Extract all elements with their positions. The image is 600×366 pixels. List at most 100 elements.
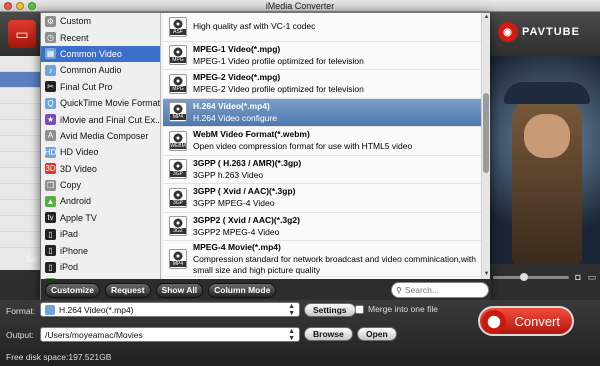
format-item[interactable]: 3GP 3GPP ( Xvid / AAC)(*.3gp) 3GPP MPEG-4 … — [163, 184, 481, 213]
common-video-icon: ▦ — [45, 48, 56, 60]
film-reel-icon: ASF — [169, 16, 187, 37]
snapshot-icon[interactable]: ◘ — [573, 272, 583, 282]
file-list-footer: Su — [0, 56, 40, 270]
category-item[interactable]: tv Apple TV — [41, 210, 160, 226]
settings-button[interactable]: Settings — [304, 303, 356, 317]
format-text: High quality asf with VC-1 codec — [193, 21, 315, 32]
ipad-icon: ▯ — [45, 228, 56, 240]
format-text: 3GPP2 ( Xvid / AAC)(*.3g2) 3GPP2 MPEG-4 V… — [193, 215, 300, 238]
category-label: Final Cut Pro — [60, 81, 113, 92]
category-item[interactable]: ✂ Final Cut Pro — [41, 79, 160, 95]
common-audio-icon: ♪ — [45, 64, 56, 76]
format-description: H.264 Video configure — [193, 112, 277, 123]
film-reel-icon: WEBM — [169, 130, 187, 151]
search-box: ⚲ — [391, 282, 489, 298]
android-icon: ▲ — [45, 195, 56, 207]
format-select[interactable]: H.264 Video(*.mp4) ▲ ▼ — [40, 302, 300, 317]
search-input[interactable] — [404, 285, 485, 295]
convert-label: Convert — [514, 313, 560, 329]
category-item[interactable]: ♪ Common Audio — [41, 62, 160, 78]
category-label: Copy — [60, 180, 82, 191]
reel-icon — [173, 218, 183, 229]
film-reel-icon: 3GP — [169, 159, 187, 180]
title-bar: iMedia Converter — [0, 0, 600, 12]
category-label: QuickTime Movie Format — [60, 98, 161, 109]
customize-button[interactable]: Customize — [45, 282, 100, 298]
reel-icon — [173, 104, 183, 115]
convert-button[interactable]: Convert — [478, 306, 574, 336]
format-select-icon — [45, 304, 55, 315]
category-label: iPod — [60, 262, 79, 273]
film-reel-icon: 3G2 — [169, 216, 187, 237]
format-item[interactable]: 3GP 3GPP ( H.263 / AMR)(*.3gp) 3GPP h.263 … — [163, 156, 481, 184]
request-button[interactable]: Request — [104, 282, 151, 298]
apple-tv-icon: tv — [45, 212, 56, 224]
reel-icon — [173, 132, 183, 143]
category-item[interactable]: ◷ Recent — [41, 29, 160, 45]
format-item[interactable]: MP4 MPEG-4 Movie(*.mp4) Compression standa… — [163, 241, 481, 277]
category-item[interactable]: 3D 3D Video — [41, 161, 160, 177]
format-description: 3GPP MPEG-4 Video — [193, 198, 275, 209]
output-path-field[interactable]: /Users/moyeamac/Movies ▲ ▼ — [40, 327, 300, 342]
reel-icon — [173, 161, 183, 172]
copy-icon: ❐ — [45, 179, 56, 191]
playback-bar: ◘ ▭ — [490, 270, 600, 284]
scrollbar-thumb[interactable] — [483, 93, 489, 173]
category-label: Avid Media Composer — [60, 130, 149, 141]
category-item[interactable]: ▦ Common Video — [41, 45, 160, 63]
category-item[interactable]: ▯ iPhone — [41, 242, 160, 258]
brand-logo-icon: ◉ — [498, 22, 518, 42]
scroll-down-icon[interactable]: ▼ — [482, 270, 491, 279]
format-item[interactable]: MPG MPEG-1 Video(*.mpg) MPEG-1 Video profi… — [163, 42, 481, 70]
format-tag: 3G2 — [170, 228, 186, 235]
category-item[interactable]: HD HD Video — [41, 144, 160, 160]
category-item[interactable]: ★ iMovie and Final Cut Ex... — [41, 111, 160, 127]
format-description: 3GPP h.263 Video — [193, 169, 264, 180]
format-description: 3GPP2 MPEG-4 Video — [193, 226, 280, 237]
format-tag: MPG — [170, 85, 186, 92]
folder-open-icon[interactable]: ▭ — [587, 272, 597, 282]
format-text: 3GPP ( H.263 / AMR)(*.3gp) 3GPP h.263 Vid… — [193, 158, 301, 181]
format-name: 3GPP ( H.263 / AMR)(*.3gp) — [193, 157, 302, 168]
format-tag: MP4 — [170, 260, 186, 267]
reel-icon — [173, 47, 183, 58]
format-select-value: H.264 Video(*.mp4) — [59, 304, 134, 315]
format-item[interactable]: 3G2 3GPP2 ( Xvid / AAC)(*.3g2) 3GPP2 MPEG-… — [163, 213, 481, 241]
category-item[interactable]: ▲ Android — [41, 193, 160, 209]
scroll-up-icon[interactable]: ▲ — [482, 13, 491, 22]
format-list: ASF High quality asf with VC-1 codec MPG MP… — [163, 13, 481, 279]
format-item[interactable]: WEBM WebM Video Format(*.webm) Open video … — [163, 127, 481, 156]
format-item[interactable]: ASF High quality asf with VC-1 codec — [163, 13, 481, 42]
playback-slider[interactable] — [493, 272, 569, 281]
browse-button[interactable]: Browse — [304, 327, 353, 341]
format-description: MPEG-1 Video profile optimized for telev… — [193, 55, 364, 66]
output-label: Output: — [6, 330, 34, 340]
show-all-button[interactable]: Show All — [155, 282, 204, 298]
free-disk-space: Free disk space:197.521GB — [6, 352, 112, 362]
category-label: Common Audio — [60, 65, 122, 76]
category-item[interactable]: Q QuickTime Movie Format — [41, 95, 160, 111]
category-item[interactable]: A Avid Media Composer — [41, 128, 160, 144]
column-mode-button[interactable]: Column Mode — [208, 282, 277, 298]
preview-face — [524, 114, 570, 158]
category-item[interactable]: ⚙ Custom — [41, 13, 160, 29]
category-item[interactable]: ▯ iPad — [41, 226, 160, 242]
format-item[interactable]: MPG MPEG-2 Video(*.mpg) MPEG-2 Video profi… — [163, 70, 481, 99]
add-file-button[interactable]: ▭ — [8, 20, 36, 48]
format-item[interactable]: MP4 H.264 Video(*.mp4) H.264 Video configu… — [163, 98, 481, 127]
category-item[interactable]: ▯ iPod — [41, 259, 160, 275]
category-list: ⚙ Custom ◷ Recent ▦ Common Video ♪ Common Audio… — [41, 13, 161, 279]
format-name: MPEG-1 Video(*.mpg) — [193, 43, 281, 54]
playback-slider-handle[interactable] — [519, 272, 528, 281]
merge-checkbox[interactable] — [355, 304, 364, 314]
hd-video-icon: HD — [44, 146, 57, 158]
category-item[interactable]: ❐ Copy — [41, 177, 160, 193]
search-icon: ⚲ — [396, 285, 402, 295]
category-label: iPhone — [60, 245, 89, 256]
format-name: H.264 Video(*.mp4) — [193, 100, 270, 111]
popup-action-bar: Customize Request Show All Column Mode ⚲ — [41, 279, 491, 301]
format-tag: 3GP — [170, 171, 186, 178]
format-list-scrollbar[interactable]: ▲ ▼ — [481, 13, 490, 279]
iphone-icon: ▯ — [45, 245, 56, 257]
open-button[interactable]: Open — [357, 327, 397, 341]
